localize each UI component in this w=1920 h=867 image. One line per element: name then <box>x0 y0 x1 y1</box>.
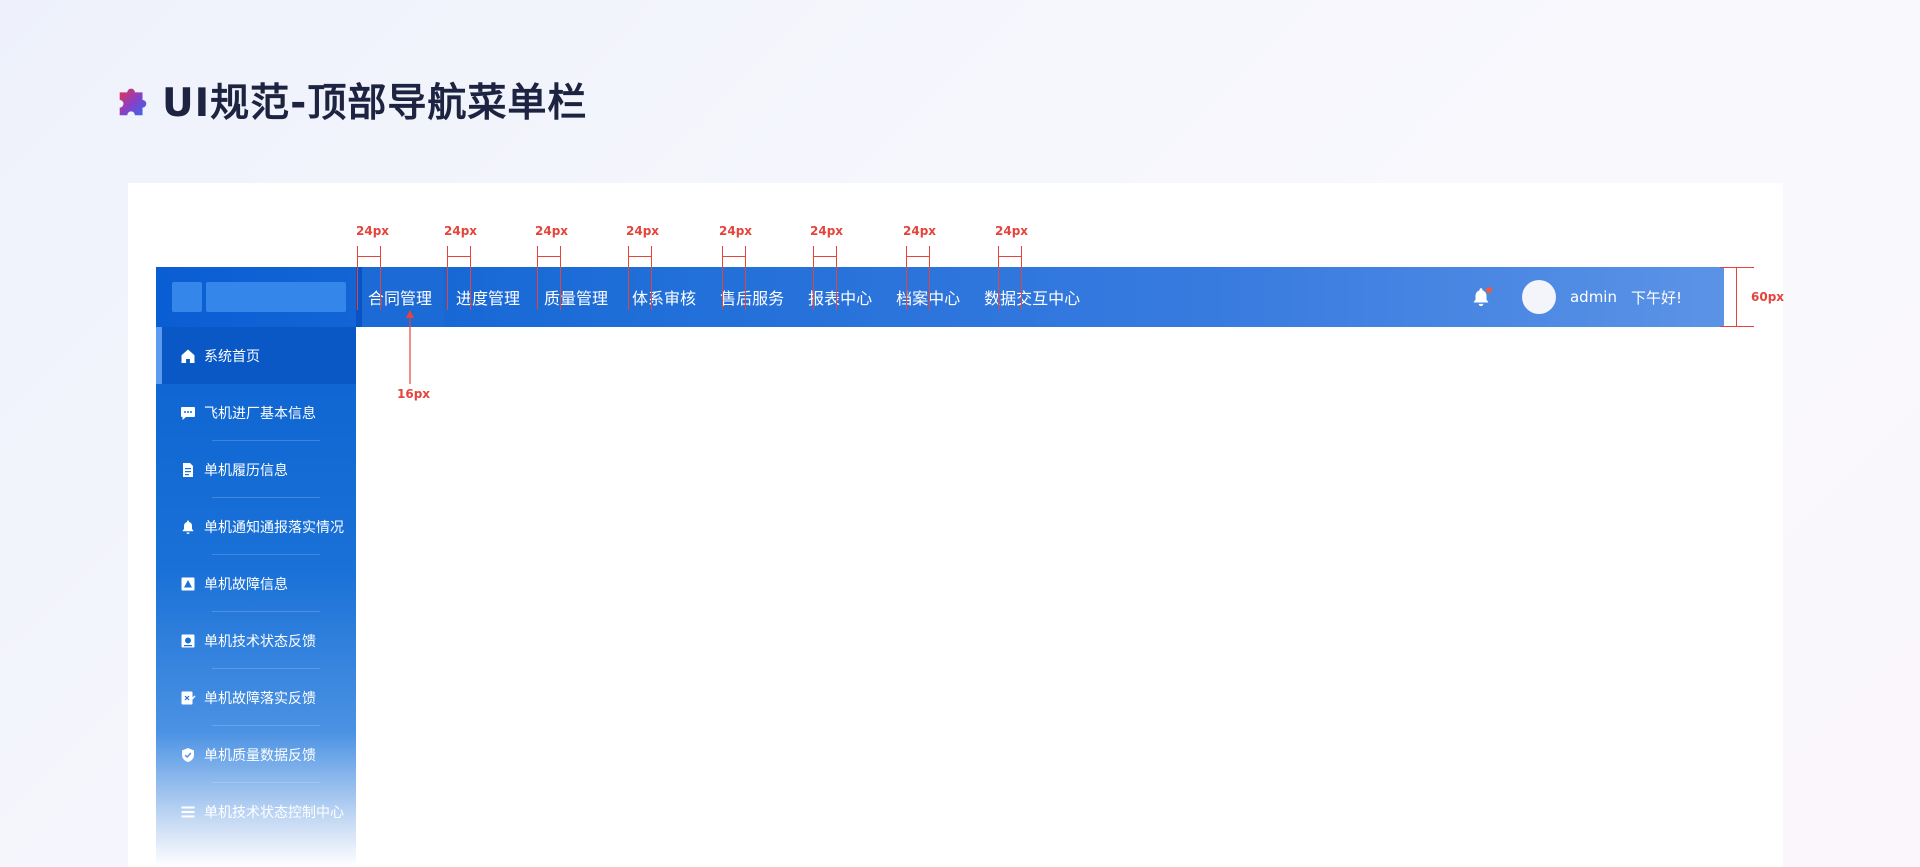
page-header: UI规范-顶部导航菜单栏 <box>114 72 587 128</box>
nav-item-audit[interactable]: 体系审核 <box>620 267 708 327</box>
nav-item-quality[interactable]: 质量管理 <box>532 267 620 327</box>
document-icon <box>183 462 193 477</box>
sidebar: 系统首页 飞机进厂基本信息 单机履历信息 单机通知通报落实情况 单机故障信息 单… <box>156 327 356 867</box>
sidebar-item-home[interactable]: 系统首页 <box>156 327 356 384</box>
height-line <box>1736 267 1737 327</box>
spacing-label: 24px <box>535 224 569 238</box>
user-area: admin 下午好! <box>1470 267 1682 327</box>
nav-item-reports[interactable]: 报表中心 <box>796 267 884 327</box>
spacing-label: 24px <box>810 224 844 238</box>
monitor-icon <box>181 634 195 647</box>
list-icon <box>181 806 195 817</box>
nav-item-contract[interactable]: 合同管理 <box>356 267 445 327</box>
sidebar-item-fault-feedback[interactable]: 单机故障落实反馈 <box>156 669 356 726</box>
sidebar-item-tech-status[interactable]: 单机技术状态反馈 <box>156 612 356 669</box>
spacing-line <box>357 256 381 257</box>
spacing-line <box>906 256 930 257</box>
sidebar-item-history[interactable]: 单机履历信息 <box>156 441 356 498</box>
user-name[interactable]: admin <box>1570 288 1617 306</box>
spacing-label: 24px <box>356 224 390 238</box>
sidebar-item-label: 单机履历信息 <box>204 462 288 479</box>
nav-label: 质量管理 <box>544 289 609 308</box>
height-line <box>1720 326 1754 327</box>
sidebar-item-faults[interactable]: 单机故障信息 <box>156 555 356 612</box>
sidebar-item-label: 单机通知通报落实情况 <box>204 519 344 536</box>
warning-icon <box>181 577 195 590</box>
shield-icon <box>182 747 194 762</box>
spacing-line <box>813 256 837 257</box>
nav-label: 进度管理 <box>456 289 521 308</box>
sidebar-item-control-center[interactable]: 单机技术状态控制中心 <box>156 783 356 840</box>
sidebar-item-label: 飞机进厂基本信息 <box>204 405 316 422</box>
padding-label: 16px <box>397 387 431 401</box>
spacing-label: 24px <box>719 224 753 238</box>
greeting: 下午好! <box>1630 288 1682 307</box>
height-label: 60px <box>1751 290 1785 304</box>
logo-placeholder <box>172 282 202 312</box>
sidebar-item-label: 单机故障信息 <box>204 576 288 593</box>
nav-item-progress[interactable]: 进度管理 <box>444 267 532 327</box>
sidebar-item-label: 单机故障落实反馈 <box>204 690 316 707</box>
top-navigation-bar: 合同管理 进度管理 质量管理 体系审核 售后服务 报表中心 档案中心 数据交互中… <box>156 267 1724 327</box>
avatar[interactable] <box>1521 280 1556 314</box>
sidebar-item-quality-feedback[interactable]: 单机质量数据反馈 <box>156 726 356 783</box>
height-line <box>1720 267 1754 268</box>
spacing-label: 24px <box>903 224 937 238</box>
sidebar-item-label: 单机技术状态反馈 <box>204 633 316 650</box>
page-title: UI规范-顶部导航菜单栏 <box>162 81 588 126</box>
logo-area[interactable] <box>156 267 356 327</box>
sidebar-item-aircraft-info[interactable]: 飞机进厂基本信息 <box>156 384 356 441</box>
edit-icon <box>181 691 196 704</box>
nav-label: 售后服务 <box>720 289 785 308</box>
nav-label: 体系审核 <box>632 289 697 308</box>
nav-label: 合同管理 <box>368 289 433 308</box>
sidebar-item-label: 系统首页 <box>204 348 260 365</box>
spacing-line <box>537 256 561 257</box>
sidebar-item-label: 单机技术状态控制中心 <box>204 804 344 821</box>
sidebar-item-notifications[interactable]: 单机通知通报落实情况 <box>156 498 356 555</box>
notification-dot <box>1485 287 1492 293</box>
spacing-label: 24px <box>995 224 1029 238</box>
nav-label: 报表中心 <box>808 289 873 308</box>
nav-item-data-exchange[interactable]: 数据交互中心 <box>972 267 1092 327</box>
spacing-line <box>628 256 652 257</box>
puzzle-icon <box>119 88 147 116</box>
spacing-label: 24px <box>626 224 660 238</box>
spacing-line <box>722 256 746 257</box>
app-frame: 合同管理 进度管理 质量管理 体系审核 售后服务 报表中心 档案中心 数据交互中… <box>156 267 1724 867</box>
bell-icon <box>182 520 194 534</box>
notification-button[interactable] <box>1470 286 1492 308</box>
main-nav: 合同管理 进度管理 质量管理 体系审核 售后服务 报表中心 档案中心 数据交互中… <box>356 267 1092 327</box>
home-icon <box>181 349 195 363</box>
spacing-label: 24px <box>444 224 478 238</box>
logo-text-placeholder <box>206 282 346 312</box>
spacing-line <box>998 256 1022 257</box>
chat-icon <box>181 406 195 420</box>
padding-arrow <box>406 310 414 384</box>
spacing-line <box>447 256 471 257</box>
sidebar-item-label: 单机质量数据反馈 <box>204 747 316 764</box>
